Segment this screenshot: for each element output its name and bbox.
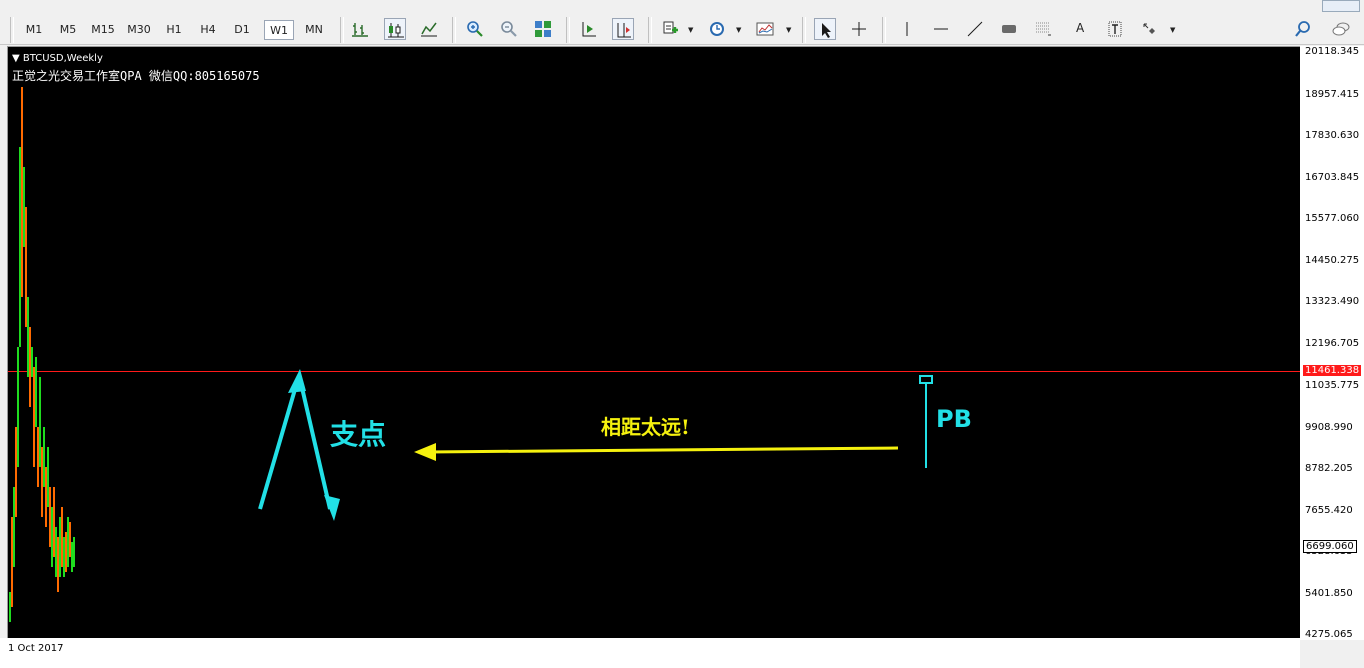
toolbar-separator	[340, 17, 344, 43]
search-icon[interactable]	[1292, 18, 1314, 40]
time-axis[interactable]: 1 Oct 2017	[0, 638, 1300, 668]
too-far-arrow-line	[427, 446, 899, 454]
timeframe-m1-button[interactable]: M1	[22, 20, 46, 40]
periods-clock-icon[interactable]	[706, 18, 728, 40]
dropdown-caret-icon[interactable]: ▼	[786, 26, 791, 34]
dropdown-caret-icon[interactable]: ▼	[688, 26, 693, 34]
text-label-icon[interactable]	[1104, 18, 1126, 40]
timeframe-h1-button[interactable]: H1	[162, 20, 186, 40]
price-tick-label: 7655.420	[1305, 504, 1353, 516]
timeframe-m30-button[interactable]: M30	[124, 20, 154, 40]
toolbar-separator	[882, 17, 886, 43]
price-tick-label: 18957.415	[1305, 88, 1360, 100]
price-tick-label: 5401.850	[1305, 587, 1353, 599]
dropdown-caret-icon[interactable]: ▼	[736, 26, 741, 34]
price-tick-label: 9908.990	[1305, 421, 1353, 433]
zoom-out-icon[interactable]	[498, 18, 520, 40]
timeframe-w1-button[interactable]: W1	[264, 20, 294, 40]
timeframe-h4-button[interactable]: H4	[196, 20, 220, 40]
timeframe-m5-button[interactable]: M5	[56, 20, 80, 40]
tile-windows-icon[interactable]	[532, 18, 554, 40]
price-tick-label: 16703.845	[1305, 171, 1360, 183]
indicators-icon[interactable]	[660, 18, 682, 40]
cursor-arrow-icon[interactable]	[814, 18, 836, 40]
timeframe-mn-button[interactable]: MN	[300, 20, 328, 40]
dropdown-caret-icon[interactable]: ▼	[1170, 26, 1175, 34]
text-tool-label: A	[1076, 21, 1085, 35]
price-tick-label: 17830.630	[1305, 130, 1360, 142]
price-chart	[8, 87, 1301, 622]
horizontal-line-icon[interactable]	[930, 18, 952, 40]
timeframe-d1-button[interactable]: D1	[230, 20, 254, 40]
watermark-text: 正觉之光交易工作室QPA 微信QQ:805165075	[12, 69, 260, 83]
pivot-up-arrow-line	[258, 378, 300, 510]
current-price-badge: 11461.338	[1303, 364, 1362, 376]
channel-icon[interactable]	[998, 18, 1020, 40]
vertical-line-icon[interactable]	[896, 18, 918, 40]
price-tick-label: 13323.490	[1305, 296, 1360, 308]
chart-area[interactable]: ▼ BTCUSD,Weekly 正觉之光交易工作室QPA 微信QQ:805165…	[7, 46, 1302, 639]
pivot-down-arrow-line	[298, 378, 332, 510]
toolbar-separator	[566, 17, 570, 43]
text-tool-icon[interactable]: A	[1070, 18, 1092, 40]
chart-shift-icon[interactable]	[612, 18, 634, 40]
main-toolbar: M1 M5 M15 M30 H1 H4 D1 W1 MN ▼ ▼ ▼ A ▼	[0, 0, 1364, 45]
price-axis[interactable]: 20118.345 18957.415 17830.630 16703.845 1557…	[1300, 46, 1364, 640]
price-tick-label: 4275.065	[1305, 629, 1353, 640]
templates-icon[interactable]	[754, 18, 776, 40]
too-far-label: 相距太远!	[601, 415, 690, 439]
timeframe-m15-button[interactable]: M15	[88, 20, 118, 40]
arrows-icon[interactable]	[1138, 18, 1160, 40]
too-far-arrowhead	[414, 443, 436, 461]
chat-icon[interactable]	[1330, 18, 1352, 40]
price-tick-label: 14450.275	[1305, 254, 1360, 266]
pivot-down-arrowhead	[324, 495, 340, 521]
toolbar-separator	[648, 17, 652, 43]
price-tick-label: 8782.205	[1305, 463, 1353, 475]
bid-price-badge: 6699.060	[1303, 539, 1357, 553]
pb-label: PB	[936, 405, 972, 433]
pivot-label: 支点	[330, 418, 387, 451]
price-tick-label: 12196.705	[1305, 337, 1360, 349]
price-tick-label: 11035.775	[1305, 380, 1360, 392]
crosshair-icon[interactable]	[848, 18, 870, 40]
pb-marker-box	[919, 375, 933, 384]
price-tick-label: 20118.345	[1305, 46, 1360, 57]
toolbar-separator	[802, 17, 806, 43]
auto-scroll-icon[interactable]	[578, 18, 600, 40]
toolbar-separator	[452, 17, 456, 43]
bar-chart-button[interactable]	[349, 18, 371, 40]
candlestick-chart-button[interactable]	[384, 18, 406, 40]
window-controls[interactable]	[1322, 0, 1360, 12]
zoom-in-icon[interactable]	[464, 18, 486, 40]
fibonacci-icon[interactable]	[1032, 18, 1054, 40]
trendline-icon[interactable]	[964, 18, 986, 40]
toolbar-separator	[10, 17, 14, 43]
price-tick-label: 15577.060	[1305, 213, 1360, 225]
symbol-label: ▼ BTCUSD,Weekly	[12, 53, 103, 64]
date-label: 1 Oct 2017	[8, 643, 64, 654]
line-chart-button[interactable]	[418, 18, 440, 40]
